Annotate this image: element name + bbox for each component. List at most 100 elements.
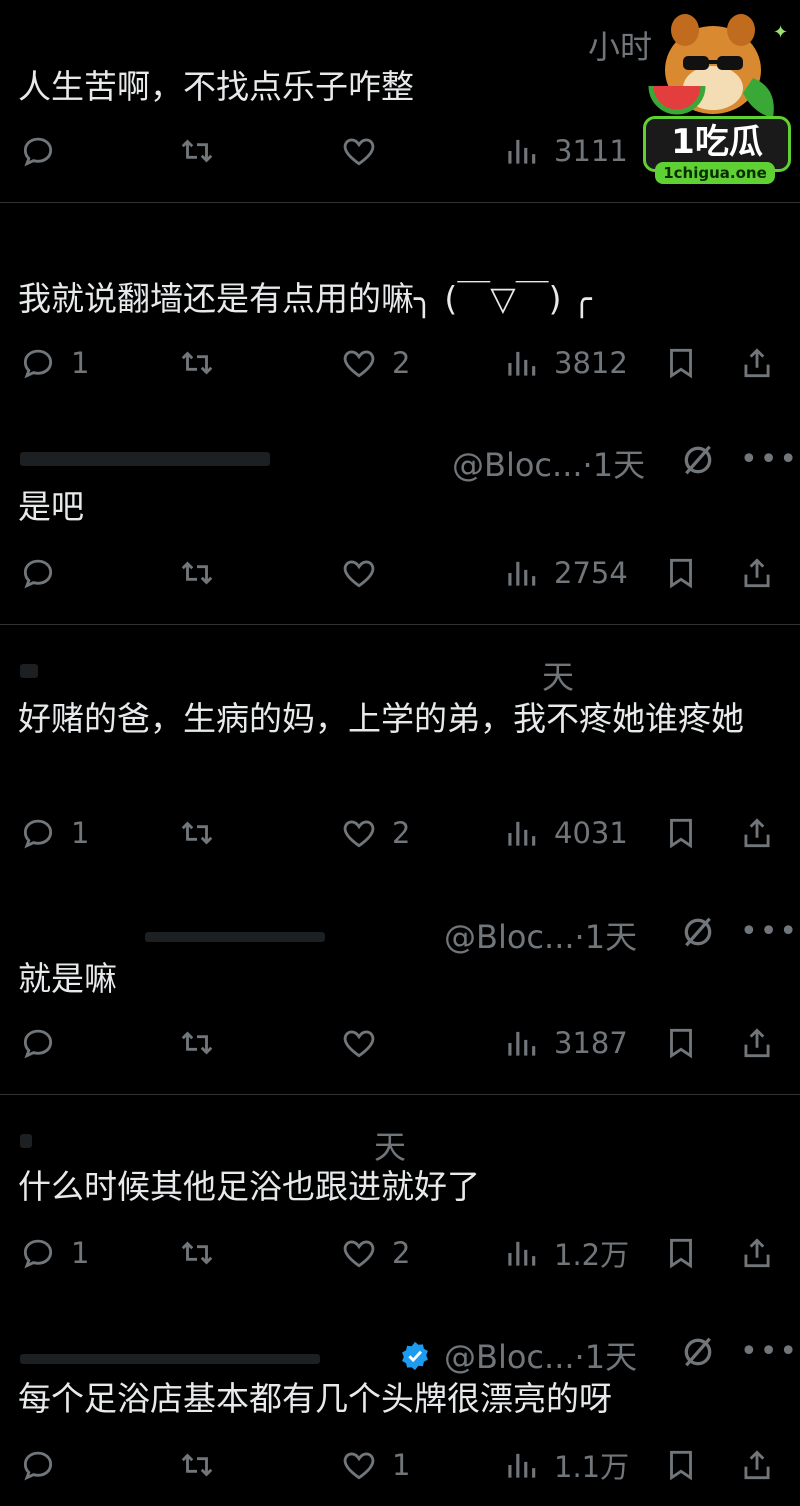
like-button[interactable]: 1 bbox=[340, 1440, 410, 1490]
like-icon bbox=[343, 1452, 375, 1480]
retweet-button[interactable] bbox=[178, 126, 216, 176]
more-icon[interactable]: ••• bbox=[740, 442, 799, 477]
redacted-username bbox=[145, 932, 325, 942]
redacted-username bbox=[20, 664, 38, 678]
reply-button[interactable] bbox=[19, 126, 71, 176]
post-timestamp: 天 bbox=[542, 658, 575, 696]
views-button[interactable]: 3111 bbox=[502, 126, 628, 176]
bookmark-button[interactable] bbox=[662, 1228, 700, 1278]
like-button[interactable] bbox=[340, 1018, 392, 1068]
reply-button[interactable] bbox=[19, 1018, 71, 1068]
retweet-button[interactable] bbox=[178, 1018, 216, 1068]
reply-button[interactable] bbox=[19, 1440, 71, 1490]
like-button[interactable] bbox=[340, 126, 392, 176]
bookmark-icon bbox=[670, 348, 692, 379]
post-text: 什么时候其他足浴也跟进就好了 bbox=[18, 1167, 480, 1206]
post-actions: 1 1.1万 bbox=[0, 1440, 800, 1490]
post-handle: @Bloc... bbox=[452, 446, 583, 484]
post-actions: 1 2 4031 bbox=[0, 808, 800, 858]
watermark-logo: ✦ 1吃瓜 1chigua.one bbox=[633, 8, 793, 188]
like-icon bbox=[343, 1240, 375, 1268]
post-meta: @Bloc...·1天 ••• bbox=[0, 1324, 800, 1376]
views-icon bbox=[508, 821, 536, 846]
more-icon[interactable]: ••• bbox=[740, 1334, 799, 1369]
view-count: 3187 bbox=[554, 1026, 628, 1060]
views-button[interactable]: 3812 bbox=[502, 338, 628, 388]
views-icon bbox=[508, 561, 536, 586]
reply-icon bbox=[23, 819, 53, 849]
post-meta: @Bloc...·1天 ••• bbox=[0, 904, 800, 956]
post-actions: 1 2 1.2万 bbox=[0, 1228, 800, 1278]
reply-icon bbox=[23, 1239, 53, 1269]
like-button[interactable]: 2 bbox=[340, 1228, 410, 1278]
bookmark-icon bbox=[670, 558, 692, 589]
share-button[interactable] bbox=[738, 1018, 776, 1068]
bookmark-button[interactable] bbox=[662, 808, 700, 858]
share-button[interactable] bbox=[738, 1440, 776, 1490]
reply-button[interactable]: 1 bbox=[19, 1228, 89, 1278]
view-count: 4031 bbox=[554, 816, 628, 850]
views-icon bbox=[508, 139, 536, 164]
post-handle-time: @Bloc...·1天 bbox=[444, 1332, 637, 1378]
post-handle: @Bloc... bbox=[444, 1338, 575, 1376]
divider bbox=[0, 624, 800, 625]
bookmark-icon bbox=[670, 1450, 692, 1481]
post-handle: @Bloc... bbox=[444, 918, 575, 956]
views-button[interactable]: 4031 bbox=[502, 808, 628, 858]
views-icon bbox=[508, 351, 536, 376]
share-button[interactable] bbox=[738, 548, 776, 598]
bookmark-button[interactable] bbox=[662, 548, 700, 598]
share-button[interactable] bbox=[738, 808, 776, 858]
like-count: 2 bbox=[392, 1236, 411, 1270]
post-meta: 天 bbox=[0, 1114, 800, 1166]
post-meta: @Bloc...·1天 ••• bbox=[0, 432, 800, 484]
view-count: 3111 bbox=[554, 134, 628, 168]
views-button[interactable]: 1.1万 bbox=[502, 1440, 629, 1490]
like-count: 1 bbox=[392, 1448, 411, 1482]
reply-icon bbox=[23, 349, 53, 379]
bookmark-button[interactable] bbox=[662, 338, 700, 388]
like-icon bbox=[343, 820, 375, 848]
retweet-button[interactable] bbox=[178, 1440, 216, 1490]
more-icon[interactable]: ••• bbox=[740, 914, 799, 949]
share-icon bbox=[744, 558, 770, 588]
retweet-icon bbox=[181, 821, 213, 845]
post-timestamp: ·1天 bbox=[574, 1338, 638, 1376]
post-actions: 3187 bbox=[0, 1018, 800, 1068]
verified-badge-icon bbox=[402, 1341, 428, 1371]
views-button[interactable]: 3187 bbox=[502, 1018, 628, 1068]
share-icon bbox=[744, 1028, 770, 1058]
views-button[interactable]: 2754 bbox=[502, 548, 628, 598]
retweet-icon bbox=[181, 1031, 213, 1055]
reply-button[interactable]: 1 bbox=[19, 808, 89, 858]
view-count: 2754 bbox=[554, 556, 628, 590]
mute-icon[interactable] bbox=[678, 1332, 718, 1372]
post-timestamp: ·1天 bbox=[582, 446, 646, 484]
like-button[interactable]: 2 bbox=[340, 808, 410, 858]
mute-icon[interactable] bbox=[678, 440, 718, 480]
like-button[interactable]: 2 bbox=[340, 338, 410, 388]
like-icon bbox=[343, 138, 375, 166]
post-text: 我就说翻墙还是有点用的嘛╮ (￣▽￣) ╭ bbox=[18, 279, 592, 318]
retweet-button[interactable] bbox=[178, 808, 216, 858]
bookmark-button[interactable] bbox=[662, 1018, 700, 1068]
retweet-icon bbox=[181, 1241, 213, 1265]
svg-text:✦: ✦ bbox=[773, 22, 788, 43]
views-button[interactable]: 1.2万 bbox=[502, 1228, 629, 1278]
share-button[interactable] bbox=[738, 338, 776, 388]
mute-icon[interactable] bbox=[678, 912, 718, 952]
share-button[interactable] bbox=[738, 1228, 776, 1278]
like-button[interactable] bbox=[340, 548, 392, 598]
redacted-username bbox=[20, 1134, 32, 1148]
like-icon bbox=[343, 560, 375, 588]
bookmark-icon bbox=[670, 1238, 692, 1269]
retweet-icon bbox=[181, 561, 213, 585]
retweet-button[interactable] bbox=[178, 338, 216, 388]
reply-button[interactable]: 1 bbox=[19, 338, 89, 388]
reply-icon bbox=[23, 137, 53, 167]
reply-button[interactable] bbox=[19, 548, 71, 598]
retweet-button[interactable] bbox=[178, 548, 216, 598]
views-icon bbox=[508, 1453, 536, 1478]
retweet-button[interactable] bbox=[178, 1228, 216, 1278]
bookmark-button[interactable] bbox=[662, 1440, 700, 1490]
